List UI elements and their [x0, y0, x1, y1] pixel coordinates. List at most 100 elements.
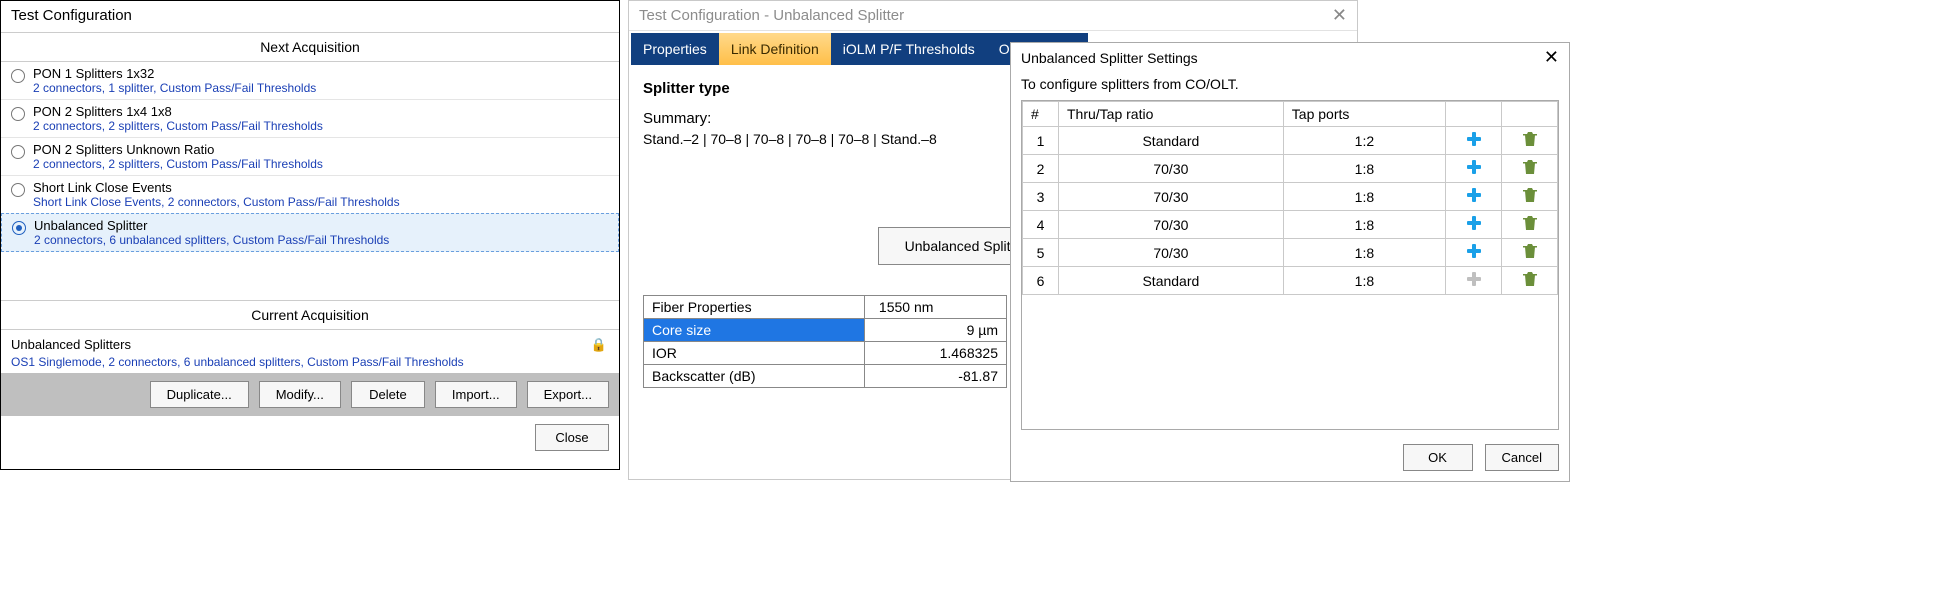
dialog-titlebar: Test Configuration - Unbalanced Splitter… [629, 1, 1357, 31]
config-item-sub: 2 connectors, 2 splitters, Custom Pass/F… [33, 157, 323, 171]
duplicate-button[interactable]: Duplicate... [150, 381, 249, 408]
delete-row-button[interactable] [1502, 127, 1558, 155]
table-row[interactable]: Core size9 µm [644, 319, 1007, 342]
table-row[interactable]: Backscatter (dB)-81.87 [644, 365, 1007, 388]
config-item-name: PON 1 Splitters 1x32 [33, 66, 316, 81]
table-row: 270/301:8 [1023, 155, 1558, 183]
tab[interactable]: Link Definition [719, 33, 831, 65]
row-ratio[interactable]: Standard [1059, 267, 1284, 295]
current-config-sub: OS1 Singlemode, 2 connectors, 6 unbalanc… [11, 354, 609, 371]
section-current-acquisition: Current Acquisition [1, 300, 619, 330]
row-tap[interactable]: 1:8 [1283, 239, 1445, 267]
table-row: 1Standard1:2 [1023, 127, 1558, 155]
ubs-title: Unbalanced Splitter Settings [1021, 50, 1198, 66]
ubs-instruction: To configure splitters from CO/OLT. [1021, 76, 1559, 92]
trash-icon [1523, 271, 1537, 290]
row-tap[interactable]: 1:8 [1283, 267, 1445, 295]
row-index: 4 [1023, 211, 1059, 239]
close-button[interactable]: Close [535, 424, 609, 451]
row-tap[interactable]: 1:2 [1283, 127, 1445, 155]
config-item-name: PON 2 Splitters Unknown Ratio [33, 142, 323, 157]
table-row: 470/301:8 [1023, 211, 1558, 239]
add-row-button[interactable] [1446, 211, 1502, 239]
tab[interactable]: Properties [631, 33, 719, 65]
delete-row-button[interactable] [1502, 267, 1558, 295]
trash-icon [1523, 215, 1537, 234]
delete-row-button[interactable] [1502, 155, 1558, 183]
delete-row-button[interactable] [1502, 211, 1558, 239]
config-item-name: Short Link Close Events [33, 180, 400, 195]
fiber-properties-table: Fiber Properties 1550 nm Core size9 µmIO… [643, 295, 1007, 388]
section-next-acquisition: Next Acquisition [1, 32, 619, 62]
plus-icon [1466, 159, 1482, 178]
radio-icon[interactable] [11, 69, 25, 83]
ok-button[interactable]: OK [1403, 444, 1473, 471]
radio-icon[interactable] [12, 221, 26, 235]
add-row-button[interactable] [1446, 127, 1502, 155]
close-icon[interactable]: ✕ [1544, 47, 1559, 68]
config-item[interactable]: Unbalanced Splitter2 connectors, 6 unbal… [1, 213, 619, 252]
row-ratio[interactable]: Standard [1059, 127, 1284, 155]
delete-row-button[interactable] [1502, 239, 1558, 267]
current-config: Unbalanced Splitters OS1 Singlemode, 2 c… [1, 330, 619, 373]
config-item[interactable]: PON 2 Splitters Unknown Ratio2 connector… [1, 137, 619, 175]
radio-icon[interactable] [11, 145, 25, 159]
trash-icon [1523, 131, 1537, 150]
row-tap[interactable]: 1:8 [1283, 183, 1445, 211]
plus-icon [1466, 131, 1482, 150]
modify-button[interactable]: Modify... [259, 381, 341, 408]
tab[interactable]: iOLM P/F Thresholds [831, 33, 987, 65]
export-button[interactable]: Export... [527, 381, 609, 408]
unbalanced-splitter-settings-dialog: Unbalanced Splitter Settings ✕ To config… [1010, 42, 1570, 482]
row-index: 6 [1023, 267, 1059, 295]
dialog-title: Test Configuration - Unbalanced Splitter [639, 7, 904, 24]
current-config-name: Unbalanced Splitters [11, 336, 609, 354]
table-row: 6Standard1:8 [1023, 267, 1558, 295]
trash-icon [1523, 159, 1537, 178]
close-icon[interactable]: ✕ [1332, 5, 1347, 26]
row-tap[interactable]: 1:8 [1283, 155, 1445, 183]
row-ratio[interactable]: 70/30 [1059, 239, 1284, 267]
add-row-button[interactable] [1446, 155, 1502, 183]
import-button[interactable]: Import... [435, 381, 517, 408]
config-item-name: Unbalanced Splitter [34, 218, 389, 233]
row-index: 5 [1023, 239, 1059, 267]
delete-row-button[interactable] [1502, 183, 1558, 211]
plus-icon [1466, 243, 1482, 262]
test-config-panel: Test Configuration Next Acquisition PON … [0, 0, 620, 470]
col-tap: Tap ports [1283, 102, 1445, 127]
add-row-button[interactable] [1446, 183, 1502, 211]
row-index: 2 [1023, 155, 1059, 183]
add-row-button [1446, 267, 1502, 295]
row-index: 3 [1023, 183, 1059, 211]
fiber-header-key: Fiber Properties [644, 296, 865, 319]
col-ratio: Thru/Tap ratio [1059, 102, 1284, 127]
row-ratio[interactable]: 70/30 [1059, 211, 1284, 239]
fiber-key: IOR [644, 342, 865, 365]
fiber-val: 1.468325 [864, 342, 1006, 365]
col-index: # [1023, 102, 1059, 127]
row-tap[interactable]: 1:8 [1283, 211, 1445, 239]
config-item[interactable]: PON 2 Splitters 1x4 1x82 connectors, 2 s… [1, 99, 619, 137]
row-ratio[interactable]: 70/30 [1059, 155, 1284, 183]
fiber-key: Core size [644, 319, 865, 342]
delete-button[interactable]: Delete [351, 381, 425, 408]
lock-icon: 🔒 [591, 336, 607, 354]
config-item[interactable]: Short Link Close EventsShort Link Close … [1, 175, 619, 213]
radio-icon[interactable] [11, 183, 25, 197]
config-item-sub: 2 connectors, 6 unbalanced splitters, Cu… [34, 233, 389, 247]
fiber-val: -81.87 [864, 365, 1006, 388]
fiber-key: Backscatter (dB) [644, 365, 865, 388]
config-item-sub: Short Link Close Events, 2 connectors, C… [33, 195, 400, 209]
config-item[interactable]: PON 1 Splitters 1x322 connectors, 1 spli… [1, 62, 619, 99]
fiber-header-val: 1550 nm [864, 296, 1006, 319]
panel-title: Test Configuration [1, 1, 619, 32]
fiber-val: 9 µm [864, 319, 1006, 342]
table-row[interactable]: IOR1.468325 [644, 342, 1007, 365]
config-item-sub: 2 connectors, 1 splitter, Custom Pass/Fa… [33, 81, 316, 95]
radio-icon[interactable] [11, 107, 25, 121]
ubs-titlebar: Unbalanced Splitter Settings ✕ [1011, 43, 1569, 72]
cancel-button[interactable]: Cancel [1485, 444, 1559, 471]
add-row-button[interactable] [1446, 239, 1502, 267]
row-ratio[interactable]: 70/30 [1059, 183, 1284, 211]
